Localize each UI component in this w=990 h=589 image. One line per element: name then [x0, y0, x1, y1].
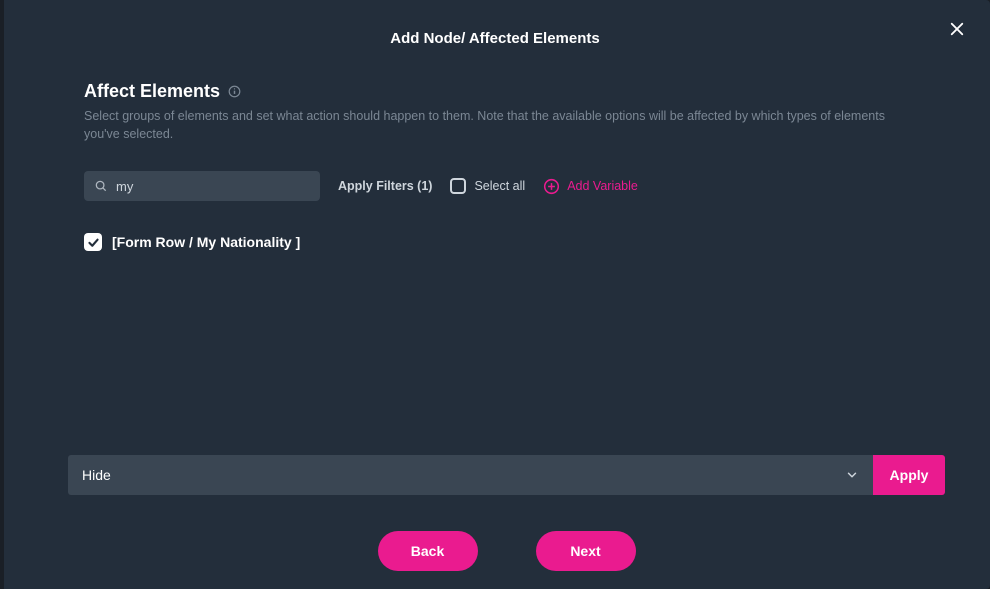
add-variable-label: Add Variable: [567, 179, 638, 193]
modal-container: Add Node/ Affected Elements Affect Eleme…: [0, 0, 990, 589]
modal-content: Affect Elements Select groups of element…: [0, 47, 990, 251]
result-label: [Form Row / My Nationality ]: [112, 234, 300, 250]
nav-buttons: Back Next: [68, 531, 945, 571]
modal-header: Add Node/ Affected Elements: [0, 0, 990, 47]
next-button[interactable]: Next: [536, 531, 636, 571]
apply-filters-button[interactable]: Apply Filters (1): [338, 179, 432, 193]
plus-circle-icon: [543, 178, 560, 195]
section-title-row: Affect Elements: [84, 81, 906, 102]
section-description: Select groups of elements and set what a…: [84, 108, 906, 143]
checkbox-unchecked-icon: [450, 178, 466, 194]
search-box[interactable]: [84, 171, 320, 201]
search-input[interactable]: [108, 179, 310, 194]
checkbox-checked-icon: [84, 233, 102, 251]
apply-button[interactable]: Apply: [873, 455, 945, 495]
modal-title: Add Node/ Affected Elements: [0, 30, 990, 47]
action-select[interactable]: Hide: [68, 455, 873, 495]
action-row: Hide Apply: [68, 455, 945, 495]
filter-row: Apply Filters (1) Select all Add Variabl…: [84, 171, 906, 201]
result-item[interactable]: [Form Row / My Nationality ]: [84, 233, 906, 251]
section-title: Affect Elements: [84, 81, 220, 102]
info-icon[interactable]: [228, 85, 241, 98]
action-select-value: Hide: [82, 467, 111, 483]
select-all-label: Select all: [474, 179, 525, 193]
select-all-toggle[interactable]: Select all: [450, 178, 525, 194]
add-variable-button[interactable]: Add Variable: [543, 178, 638, 195]
bottom-action-area: Hide Apply Back Next: [0, 455, 990, 589]
close-button[interactable]: [946, 18, 968, 40]
close-icon: [948, 20, 966, 38]
chevron-down-icon: [845, 468, 859, 482]
search-icon: [94, 179, 108, 193]
back-button[interactable]: Back: [378, 531, 478, 571]
